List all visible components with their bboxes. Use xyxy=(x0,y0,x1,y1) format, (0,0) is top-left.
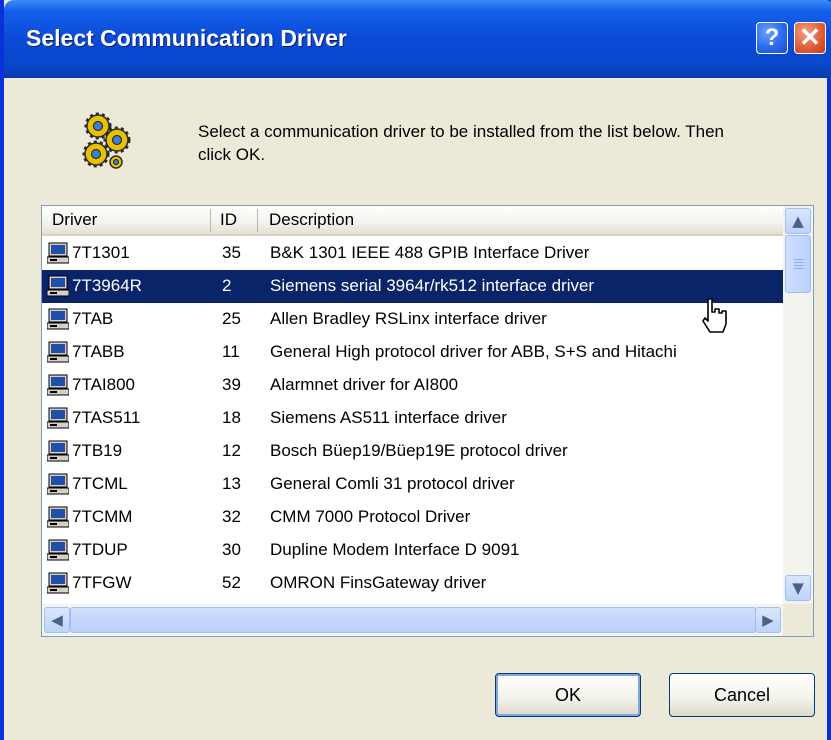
list-item[interactable]: 7T1301 35 B&K 1301 IEEE 488 GPIB Interface… xyxy=(42,237,783,270)
computer-icon xyxy=(47,242,69,264)
list-header: Driver ID Description xyxy=(42,206,783,236)
list-item[interactable]: 7TCMM 32 CMM 7000 Protocol Driver xyxy=(42,501,783,534)
driver-id: 25 xyxy=(222,309,241,328)
driver-id: 11 xyxy=(222,342,240,361)
driver-id: 52 xyxy=(222,573,241,592)
driver-name: 7TAB xyxy=(72,309,114,328)
driver-name: 7TCMM xyxy=(72,507,133,526)
driver-description: Siemens serial 3964r/rk512 interface dri… xyxy=(270,276,595,295)
window-title: Select Communication Driver xyxy=(26,25,347,51)
close-button[interactable]: ✕ xyxy=(794,22,826,54)
driver-name: 7TAI800 xyxy=(72,375,136,394)
scroll-up-button[interactable]: ▲ xyxy=(785,208,811,234)
list-item[interactable]: 7TABB 11 General High protocol driver for … xyxy=(42,336,783,369)
computer-icon xyxy=(47,407,69,429)
column-header-description[interactable]: Description xyxy=(269,210,354,230)
driver-name: 7TFGW xyxy=(72,573,132,592)
list-item[interactable]: 7TAB 25 Allen Bradley RSLinx interface dri… xyxy=(42,303,783,336)
driver-id: 32 xyxy=(222,507,241,526)
list-item[interactable]: 7TAS511 18 Siemens AS511 interface driver xyxy=(42,402,783,435)
list-item[interactable]: 7TDUP 30 Dupline Modem Interface D 9091 xyxy=(42,534,783,567)
scroll-left-button[interactable]: ◀ xyxy=(44,607,70,633)
horizontal-scroll-thumb[interactable] xyxy=(70,607,756,633)
driver-description: Dupline Modem Interface D 9091 xyxy=(270,540,520,559)
driver-id: 2 xyxy=(222,276,232,295)
driver-description: Alarmnet driver for AI800 xyxy=(270,375,459,394)
driver-name: 7T1301 xyxy=(72,243,130,262)
scroll-right-button[interactable]: ▶ xyxy=(755,607,781,633)
driver-name: 7TABB xyxy=(72,342,125,361)
column-header-id[interactable]: ID xyxy=(220,210,237,230)
computer-icon xyxy=(47,572,69,594)
driver-description: B&K 1301 IEEE 488 GPIB Interface Driver xyxy=(270,243,590,262)
hand-cursor-icon xyxy=(702,298,727,333)
scroll-down-button[interactable]: ▼ xyxy=(785,575,811,601)
list-item[interactable]: 7TB19 12 Bosch Büep19/Büep19E protocol dri… xyxy=(42,435,783,468)
driver-description: Siemens AS511 interface driver xyxy=(270,408,507,427)
driver-name: 7T3964R xyxy=(72,276,142,295)
driver-id: 35 xyxy=(222,243,241,262)
vertical-scroll-thumb[interactable] xyxy=(785,235,811,293)
driver-id: 18 xyxy=(222,408,241,427)
scrollbar-corner xyxy=(783,604,813,636)
computer-icon xyxy=(47,308,69,330)
list-item[interactable]: 7TAI800 39 Alarmnet driver for AI800 xyxy=(42,369,783,402)
computer-icon xyxy=(47,539,69,561)
driver-name: 7TCML xyxy=(72,474,128,493)
driver-description: Bosch Büep19/Büep19E protocol driver xyxy=(270,441,568,460)
driver-list[interactable]: Driver ID Description 7T1301 35 B&K 1301 I… xyxy=(41,205,814,637)
computer-icon xyxy=(47,506,69,528)
title-bar[interactable]: Select Communication Driver ? ✕ xyxy=(4,0,831,78)
list-item[interactable]: 7TCML 13 General Comli 31 protocol driver xyxy=(42,468,783,501)
driver-id: 39 xyxy=(222,375,241,394)
computer-icon xyxy=(47,440,69,462)
list-item[interactable]: 7T3964R 2 Siemens serial 3964r/rk512 inter… xyxy=(42,270,783,303)
help-button[interactable]: ? xyxy=(756,22,788,54)
driver-description: Allen Bradley RSLinx interface driver xyxy=(270,309,547,328)
gears-icon xyxy=(82,112,131,169)
driver-name: 7TB19 xyxy=(72,441,123,460)
driver-id: 13 xyxy=(222,474,241,493)
driver-id: 30 xyxy=(222,540,241,559)
ok-button[interactable]: OK xyxy=(495,673,641,717)
driver-description: CMM 7000 Protocol Driver xyxy=(270,507,471,526)
driver-name: 7TAS511 xyxy=(72,408,141,427)
computer-icon xyxy=(47,275,69,297)
driver-name: 7TDUP xyxy=(72,540,128,559)
driver-id: 12 xyxy=(222,441,241,460)
list-item[interactable]: 7TFGW 52 OMRON FinsGateway driver xyxy=(42,567,783,600)
computer-icon xyxy=(47,374,69,396)
dialog-window: Select Communication Driver ? ✕ Select a… xyxy=(0,0,831,740)
horizontal-scrollbar[interactable]: ◀ ▶ xyxy=(42,604,783,636)
driver-description: General High protocol driver for ABB, S+… xyxy=(270,342,677,361)
computer-icon xyxy=(47,473,69,495)
driver-description: OMRON FinsGateway driver xyxy=(270,573,487,592)
driver-description: General Comli 31 protocol driver xyxy=(270,474,515,493)
column-header-driver[interactable]: Driver xyxy=(52,210,97,230)
cancel-button[interactable]: Cancel xyxy=(669,673,815,717)
instruction-text: Select a communication driver to be inst… xyxy=(198,122,725,164)
computer-icon xyxy=(47,341,69,363)
vertical-scrollbar[interactable]: ▲ ▼ xyxy=(783,206,813,604)
